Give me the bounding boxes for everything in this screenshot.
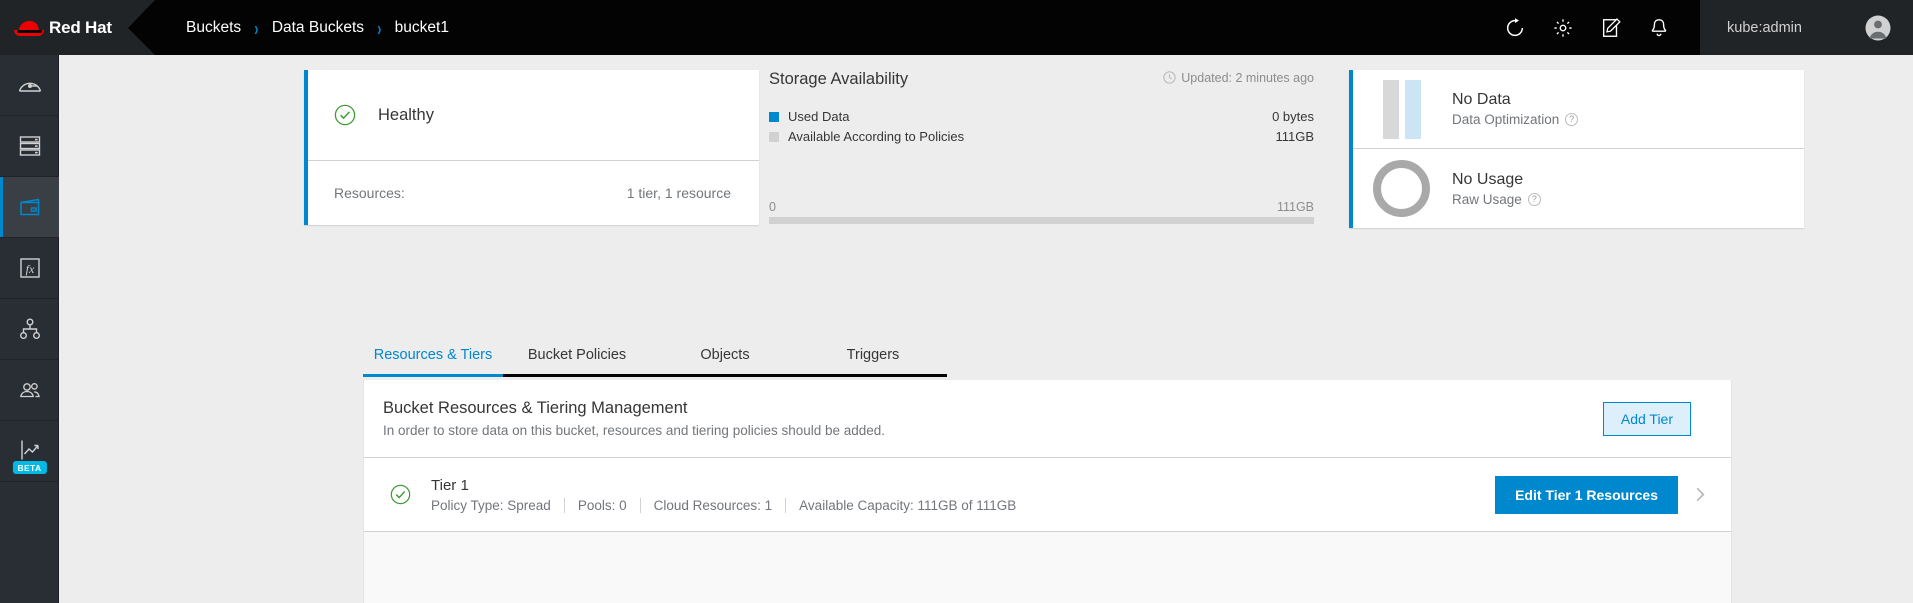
health-status: Healthy — [308, 70, 759, 161]
check-circle-icon — [390, 484, 411, 505]
bucket-icon — [19, 198, 39, 216]
tier-policy-type: Policy Type: Spread — [431, 497, 551, 513]
brand-logo[interactable]: Red Hat — [0, 0, 155, 55]
question-circle-icon[interactable]: ? — [1527, 192, 1541, 206]
legend-label-used: Used Data — [788, 109, 850, 124]
gear-icon[interactable] — [1552, 17, 1574, 39]
panel-subtitle: In order to store data on this bucket, r… — [383, 423, 886, 438]
tier-available-capacity: Available Capacity: 111GB of 111GB — [799, 497, 1017, 513]
tier-pools: Pools: 0 — [577, 497, 627, 513]
add-tier-button[interactable]: Add Tier — [1602, 401, 1691, 436]
user-avatar-icon — [1865, 15, 1891, 40]
panel-header: Bucket Resources & Tiering Management In… — [364, 380, 1731, 458]
storage-capacity-bar — [769, 217, 1314, 224]
tab-bar: Resources & Tiers Bucket Policies Object… — [363, 338, 947, 377]
gauge-icon — [18, 82, 41, 92]
server-icon — [19, 136, 40, 156]
stat-title-no-data: No Data — [1452, 91, 1511, 108]
bar-pair-icon — [1373, 79, 1430, 139]
stat-row-raw-usage: No Usage Raw Usage ? — [1353, 149, 1804, 228]
legend-swatch-available — [769, 131, 779, 142]
legend-row-used-data: Used Data 0 bytes — [769, 109, 1314, 124]
stats-card: No Data Data Optimization ? No Usage Raw… — [1349, 70, 1804, 228]
masthead-tools: kube:admin — [1504, 0, 1913, 55]
health-status-label: Healthy — [378, 105, 434, 124]
tier-status-icon — [390, 484, 411, 505]
masthead: Red Hat Buckets › Data Buckets › bucket1 — [0, 0, 1913, 55]
stat-row-data-optimization: No Data Data Optimization ? — [1353, 70, 1804, 149]
stat-subtitle-raw-usage: Raw Usage — [1452, 191, 1522, 207]
legend-label-available: Available According to Policies — [788, 129, 965, 144]
redhat-logo-icon — [14, 18, 44, 38]
sidebar: fx BETA — [0, 55, 59, 603]
tier-meta: Policy Type: Spread Pools: 0 Cloud Resou… — [431, 497, 1029, 513]
donut-icon — [1373, 160, 1430, 217]
tab-triggers[interactable]: Triggers — [799, 338, 947, 377]
bell-icon[interactable] — [1648, 17, 1670, 39]
resources-tiers-panel: Bucket Resources & Tiering Management In… — [363, 380, 1732, 603]
legend-value-used: 0 bytes — [1272, 109, 1314, 124]
last-updated: Updated: 2 minutes ago — [1163, 71, 1314, 85]
overview-row: Healthy Resources: 1 tier, 1 resource St… — [59, 70, 1913, 228]
tab-objects[interactable]: Objects — [651, 338, 799, 377]
tab-bucket-policies[interactable]: Bucket Policies — [503, 338, 651, 377]
axis-max-label: 111GB — [1276, 200, 1314, 214]
chevron-right-icon: › — [254, 15, 259, 40]
user-name: kube:admin — [1727, 19, 1802, 36]
page-content: Healthy Resources: 1 tier, 1 resource St… — [59, 55, 1913, 603]
edit-icon[interactable] — [1600, 17, 1622, 39]
user-menu[interactable]: kube:admin — [1700, 0, 1913, 55]
legend-value-available: 111GB — [1275, 129, 1314, 144]
check-circle-icon — [334, 104, 356, 126]
tab-resources-and-tiers[interactable]: Resources & Tiers — [363, 338, 503, 377]
breadcrumb: Buckets › Data Buckets › bucket1 — [186, 15, 449, 40]
sidebar-item-storage[interactable] — [0, 116, 59, 177]
storage-bar-group: 0 111GB — [769, 200, 1314, 224]
chevron-right-icon: › — [377, 15, 382, 40]
brand-name: Red Hat — [49, 17, 112, 37]
sidebar-item-analytics[interactable]: BETA — [0, 421, 59, 482]
svg-text:fx: fx — [25, 262, 34, 276]
breadcrumb-item-data-buckets[interactable]: Data Buckets — [272, 19, 364, 37]
edit-tier-resources-button[interactable]: Edit Tier 1 Resources — [1495, 475, 1678, 514]
hierarchy-icon — [19, 318, 40, 340]
tier-cloud-resources: Cloud Resources: 1 — [653, 497, 773, 513]
refresh-icon[interactable] — [1504, 17, 1526, 39]
clock-icon — [1163, 71, 1176, 84]
storage-availability-panel: Storage Availability Updated: 2 minutes … — [769, 70, 1314, 228]
resources-value: 1 tier, 1 resource — [626, 184, 731, 201]
chevron-right-icon[interactable] — [1692, 486, 1709, 503]
resources-label: Resources: — [334, 184, 405, 201]
breadcrumb-item-buckets[interactable]: Buckets — [186, 19, 241, 37]
users-icon — [19, 383, 40, 398]
fx-icon: fx — [19, 258, 40, 278]
sidebar-item-topology[interactable] — [0, 299, 59, 360]
stat-title-no-usage: No Usage — [1452, 170, 1524, 188]
storage-availability-title: Storage Availability — [769, 70, 909, 88]
question-circle-icon[interactable]: ? — [1565, 113, 1579, 126]
last-updated-text: Updated: 2 minutes ago — [1181, 70, 1314, 85]
panel-title: Bucket Resources & Tiering Management — [383, 399, 688, 417]
tier-name: Tier 1 — [431, 476, 469, 494]
beta-badge: BETA — [12, 461, 47, 474]
health-resources-row: Resources: 1 tier, 1 resource — [308, 161, 759, 224]
legend-swatch-used — [769, 111, 779, 122]
sidebar-item-functions[interactable]: fx — [0, 238, 59, 299]
breadcrumb-item-current: bucket1 — [394, 18, 449, 36]
sidebar-item-dashboard[interactable] — [0, 55, 59, 116]
sidebar-item-accounts[interactable] — [0, 360, 59, 421]
axis-min-label: 0 — [769, 200, 776, 214]
tier-row[interactable]: Tier 1 Policy Type: Spread Pools: 0 Clou… — [364, 458, 1731, 532]
storage-legend: Used Data 0 bytes Available According to… — [769, 109, 1314, 144]
stat-subtitle-data-optimization: Data Optimization — [1452, 112, 1560, 127]
legend-row-available: Available According to Policies 111GB — [769, 129, 1314, 144]
health-card: Healthy Resources: 1 tier, 1 resource — [304, 70, 759, 225]
sidebar-item-buckets[interactable] — [0, 177, 59, 238]
